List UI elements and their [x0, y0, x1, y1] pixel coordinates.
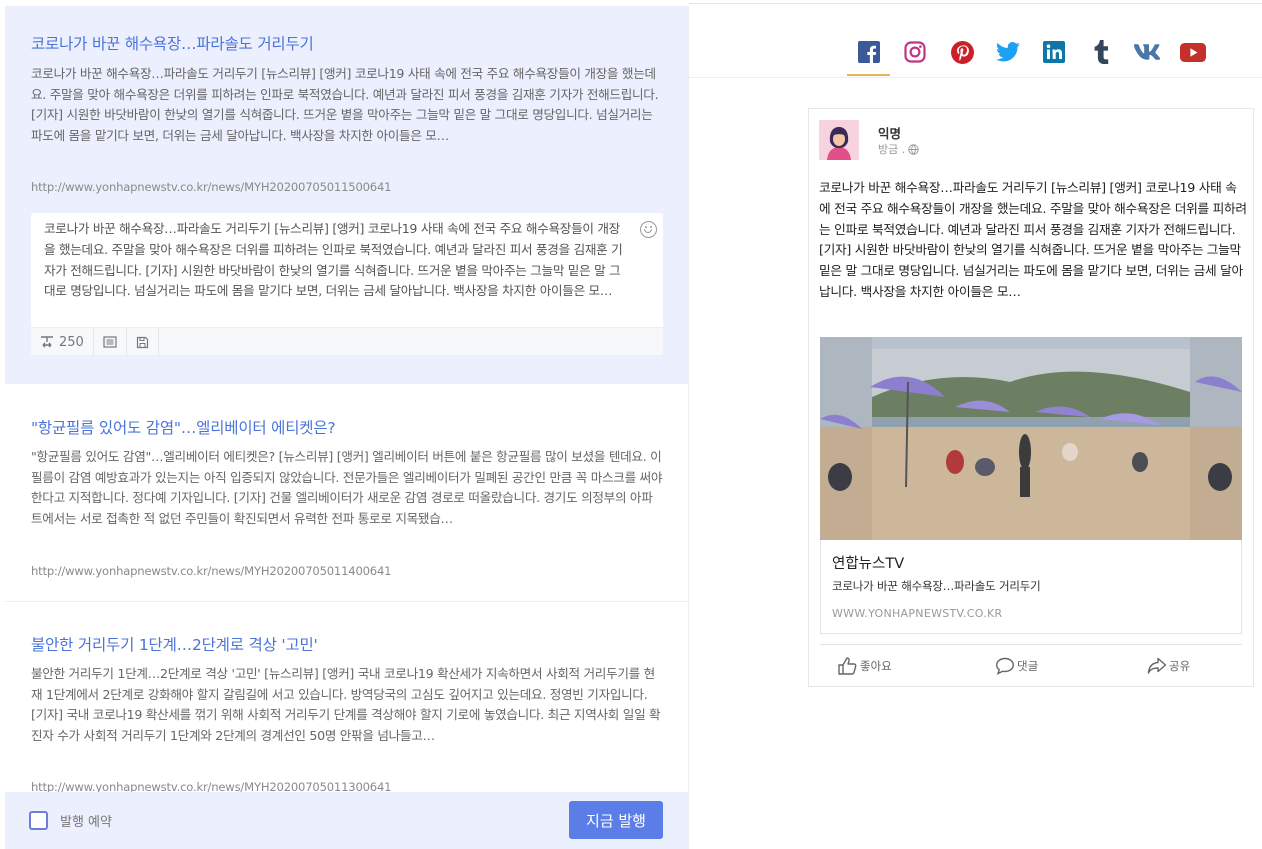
tab-vk[interactable] — [1134, 39, 1160, 65]
share-label: 공유 — [1169, 659, 1191, 673]
pinterest-icon — [950, 40, 974, 64]
list-icon — [103, 336, 117, 348]
editor-toolbar: 250 — [31, 327, 663, 356]
tab-tumblr[interactable] — [1088, 39, 1114, 65]
comment-icon — [995, 657, 1015, 675]
article-title[interactable]: 불안한 거리두기 1단계…2단계로 격상 '고민' — [31, 633, 318, 655]
divider — [689, 3, 1262, 4]
schedule-toggle[interactable]: 발행 예약 — [29, 811, 112, 830]
post-author: 익명 — [878, 126, 902, 141]
article-summary: 불안한 거리두기 1단계…2단계로 격상 '고민' [뉴스리뷰] [앵커] 국내… — [31, 666, 661, 743]
article-title[interactable]: "항균필름 있어도 감염"…엘리베이터 에티켓은? — [31, 416, 336, 438]
link-preview[interactable]: 연합뉴스TV 코로나가 바꾼 해수욕장…파라솔도 거리두기 WWW.YONHAP… — [820, 540, 1242, 634]
article-summary: "항균필름 있어도 감염"…엘리베이터 에티켓은? [뉴스리뷰] [앵커] 엘리… — [31, 449, 663, 526]
post-text: 코로나가 바꾼 해수욕장…파라솔도 거리두기 [뉴스리뷰] [앵커] 코로나19… — [819, 180, 1247, 299]
post-editor[interactable]: 코로나가 바꾼 해수욕장…파라솔도 거리두기 [뉴스리뷰] [앵커] 코로나19… — [31, 213, 663, 356]
tab-pinterest[interactable] — [949, 39, 975, 65]
link-domain: WWW.YONHAPNEWSTV.CO.KR — [832, 607, 1003, 620]
facebook-post-preview: 익명 방금 . 코로나가 바꾼 해수욕장…파라솔도 거리두기 [뉴스리뷰] [앵… — [808, 108, 1254, 687]
post-actions: 좋아요 댓글 공유 — [820, 644, 1242, 688]
share-icon — [1147, 657, 1167, 674]
article-item[interactable]: 불안한 거리두기 1단계…2단계로 격상 '고민' 불안한 거리두기 1단계…2… — [5, 601, 688, 801]
publish-now-button[interactable]: 지금 발행 — [569, 801, 663, 839]
tab-youtube[interactable] — [1180, 39, 1206, 65]
char-count-button[interactable]: 250 — [31, 328, 94, 356]
article-item[interactable]: "항균필름 있어도 감염"…엘리베이터 에티켓은? "항균필름 있어도 감염"…… — [5, 383, 688, 601]
like-button[interactable]: 좋아요 — [838, 657, 892, 675]
list-button[interactable] — [94, 328, 127, 356]
globe-icon — [908, 143, 919, 155]
article-title[interactable]: 코로나가 바꾼 해수욕장…파라솔도 거리두기 — [31, 32, 314, 54]
text-length-icon — [41, 336, 53, 348]
link-preview-image[interactable] — [820, 337, 1242, 540]
schedule-checkbox[interactable] — [29, 811, 48, 830]
twitter-icon — [996, 42, 1020, 62]
publish-footer: 발행 예약 지금 발행 — [5, 792, 688, 849]
article-item-selected[interactable]: 코로나가 바꾼 해수욕장…파라솔도 거리두기 코로나가 바꾼 해수욕장…파라솔도… — [5, 6, 688, 383]
vk-icon — [1134, 44, 1160, 60]
tab-twitter[interactable] — [995, 39, 1021, 65]
facebook-icon — [858, 41, 880, 63]
tab-instagram[interactable] — [902, 39, 928, 65]
post-time: 방금 . — [878, 143, 906, 156]
like-label: 좋아요 — [860, 659, 892, 673]
comment-label: 댓글 — [1017, 659, 1039, 673]
char-count: 250 — [59, 334, 84, 350]
article-list: 코로나가 바꾼 해수욕장…파라솔도 거리두기 코로나가 바꾼 해수욕장…파라솔도… — [5, 6, 689, 849]
share-button[interactable]: 공유 — [1147, 657, 1190, 675]
youtube-icon — [1180, 42, 1206, 62]
thumbs-up-icon — [838, 657, 857, 675]
social-tabs — [689, 30, 1262, 78]
comment-button[interactable]: 댓글 — [995, 657, 1038, 675]
linkedin-icon — [1043, 41, 1065, 63]
schedule-label: 발행 예약 — [60, 815, 112, 830]
article-url[interactable]: http://www.yonhapnewstv.co.kr/news/MYH20… — [31, 564, 392, 578]
tumblr-icon — [1094, 40, 1109, 64]
active-tab-indicator — [847, 74, 890, 76]
instagram-icon — [904, 41, 926, 63]
save-button[interactable] — [127, 328, 159, 356]
save-icon — [136, 336, 148, 348]
article-url[interactable]: http://www.yonhapnewstv.co.kr/news/MYH20… — [31, 180, 392, 194]
tab-linkedin[interactable] — [1041, 39, 1067, 65]
tab-facebook[interactable] — [856, 39, 882, 65]
post-meta: 방금 . — [878, 141, 919, 157]
link-site-name: 연합뉴스TV — [832, 556, 905, 572]
avatar — [819, 120, 859, 160]
article-summary: 코로나가 바꾼 해수욕장…파라솔도 거리두기 [뉴스리뷰] [앵커] 코로나19… — [31, 66, 659, 143]
link-title: 코로나가 바꾼 해수욕장…파라솔도 거리두기 — [832, 579, 1041, 593]
post-text-area[interactable]: 코로나가 바꾼 해수욕장…파라솔도 거리두기 [뉴스리뷰] [앵커] 코로나19… — [44, 219, 630, 302]
emoji-icon[interactable] — [640, 221, 657, 238]
